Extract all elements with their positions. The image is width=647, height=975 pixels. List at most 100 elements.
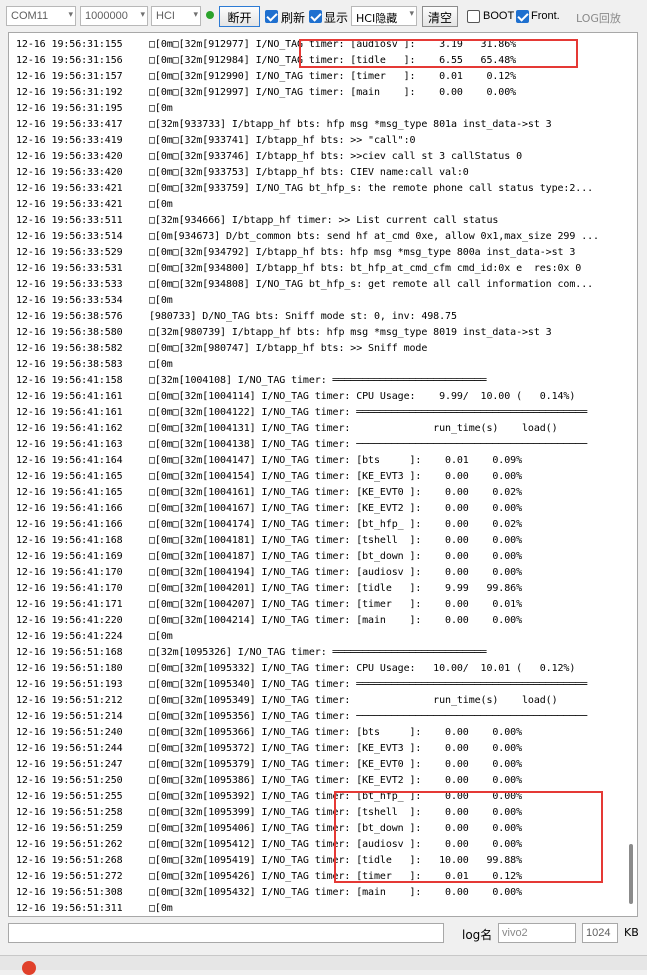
log-message: □[0m□[32m[933741] I/btapp_hf bts: >> "ca… — [149, 135, 416, 146]
log-timestamp: 12-16 19:56:41:170 — [16, 567, 123, 578]
log-line: 12-16 19:56:31:156 □[0m□[32m[912984] I/NO… — [16, 53, 616, 69]
log-message: [980733] D/NO_TAG bts: Sniff mode st: 0,… — [149, 311, 457, 322]
log-timestamp: 12-16 19:56:33:514 — [16, 231, 123, 242]
log-timestamp: 12-16 19:56:51:212 — [16, 695, 123, 706]
log-message: □[0m□[32m[1004147] I/NO_TAG timer: [bts … — [149, 455, 522, 466]
log-timestamp: 12-16 19:56:51:258 — [16, 807, 123, 818]
log-message: □[0m□[32m[1095356] I/NO_TAG timer: ─────… — [149, 711, 588, 722]
display-checkbox[interactable] — [309, 10, 322, 23]
log-message: □[0m□[32m[1095340] I/NO_TAG timer: ═════… — [149, 679, 588, 690]
log-line: 12-16 19:56:51:272 □[0m□[32m[1095426] I/N… — [16, 869, 616, 885]
bottom-bar: log名 vivo2 1024 KB — [0, 917, 647, 953]
log-line: 12-16 19:56:51:244 □[0m□[32m[1095372] I/N… — [16, 741, 616, 757]
baud-select-value: 1000000 — [85, 10, 128, 22]
log-timestamp: 12-16 19:56:41:161 — [16, 407, 123, 418]
log-message: □[0m□[32m[912990] I/NO_TAG timer: [timer… — [149, 71, 517, 82]
log-line: 12-16 19:56:31:157 □[0m□[32m[912990] I/NO… — [16, 69, 616, 85]
log-message: □[32m[933733] I/btapp_hf bts: hfp msg *m… — [149, 119, 552, 130]
log-timestamp: 12-16 19:56:41:165 — [16, 487, 123, 498]
log-timestamp: 12-16 19:56:51:272 — [16, 871, 123, 882]
log-timestamp: 12-16 19:56:38:580 — [16, 327, 123, 338]
log-output[interactable]: 12-16 19:56:31:155 □[0m□[32m[912977] I/NO… — [8, 32, 638, 917]
log-line: 12-16 19:56:31:195 □[0m — [16, 101, 616, 117]
refresh-label: 刷新 — [281, 11, 306, 25]
log-timestamp: 12-16 19:56:51:255 — [16, 791, 123, 802]
log-line: 12-16 19:56:31:155 □[0m□[32m[912977] I/NO… — [16, 37, 616, 53]
clear-button[interactable]: 清空 — [422, 6, 458, 27]
log-line: 12-16 19:56:51:308 □[0m□[32m[1095432] I/N… — [16, 885, 616, 901]
log-line: 12-16 19:56:33:420 □[0m□[32m[933753] I/bt… — [16, 165, 616, 181]
hci-hide-select[interactable]: HCI隐藏 ▾ — [351, 6, 417, 26]
log-timestamp: 12-16 19:56:41:163 — [16, 439, 123, 450]
log-timestamp: 12-16 19:56:31:157 — [16, 71, 123, 82]
log-message: □[0m□[32m[1004194] I/NO_TAG timer: [audi… — [149, 567, 522, 578]
log-line: 12-16 19:56:51:262 □[0m□[32m[1095412] I/N… — [16, 837, 616, 853]
log-timestamp: 12-16 19:56:31:155 — [16, 39, 123, 50]
log-line: 12-16 19:56:31:192 □[0m□[32m[912997] I/NO… — [16, 85, 616, 101]
log-line: 12-16 19:56:38:582 □[0m□[32m[980747] I/bt… — [16, 341, 616, 357]
log-timestamp: 12-16 19:56:51:308 — [16, 887, 123, 898]
connection-status-icon — [206, 11, 214, 19]
log-line: 12-16 19:56:38:580 □[32m[980739] I/btapp_… — [16, 325, 616, 341]
log-message: □[32m[1095326] I/NO_TAG timer: ═════════… — [149, 647, 487, 658]
mode-select[interactable]: HCI ▾ — [151, 6, 201, 26]
log-message: □[0m□[32m[1095372] I/NO_TAG timer: [KE_E… — [149, 743, 522, 754]
log-message: □[0m□[32m[933753] I/btapp_hf bts: CIEV n… — [149, 167, 469, 178]
log-message: □[0m□[32m[933759] I/NO_TAG bt_hfp_s: the… — [149, 183, 594, 194]
log-line: 12-16 19:56:33:421 □[0m□[32m[933759] I/NO… — [16, 181, 616, 197]
log-timestamp: 12-16 19:56:33:511 — [16, 215, 123, 226]
log-size-input[interactable]: 1024 — [582, 923, 618, 943]
boot-label: BOOT — [483, 10, 515, 22]
log-message: □[0m□[32m[1004181] I/NO_TAG timer: [tshe… — [149, 535, 522, 546]
log-line: 12-16 19:56:51:255 □[0m□[32m[1095392] I/N… — [16, 789, 616, 805]
port-select[interactable]: COM11 ▾ — [6, 6, 76, 26]
log-message: □[0m□[32m[1004201] I/NO_TAG timer: [tidl… — [149, 583, 522, 594]
refresh-checkbox[interactable] — [265, 10, 278, 23]
log-timestamp: 12-16 19:56:41:158 — [16, 375, 123, 386]
front-label: Front. — [531, 10, 560, 22]
log-message: □[0m□[32m[1095399] I/NO_TAG timer: [tshe… — [149, 807, 522, 818]
log-timestamp: 12-16 19:56:38:583 — [16, 359, 123, 370]
log-line: 12-16 19:56:51:214 □[0m□[32m[1095356] I/N… — [16, 709, 616, 725]
log-name-input[interactable]: vivo2 — [498, 923, 576, 943]
log-line: 12-16 19:56:38:583 □[0m — [16, 357, 616, 373]
disconnect-button[interactable]: 断开 — [219, 6, 260, 27]
log-message: □[0m□[32m[1004122] I/NO_TAG timer: ═════… — [149, 407, 588, 418]
log-timestamp: 12-16 19:56:41:166 — [16, 503, 123, 514]
scrollbar-thumb[interactable] — [629, 844, 633, 904]
log-timestamp: 12-16 19:56:41:165 — [16, 471, 123, 482]
log-line: 12-16 19:56:33:533 □[0m□[32m[934808] I/NO… — [16, 277, 616, 293]
log-playback-button[interactable]: LOG回放 — [576, 10, 621, 26]
log-line: 12-16 19:56:33:421 □[0m — [16, 197, 616, 213]
log-message: □[0m□[32m[1004174] I/NO_TAG timer: [bt_h… — [149, 519, 522, 530]
log-timestamp: 12-16 19:56:51:250 — [16, 775, 123, 786]
log-timestamp: 12-16 19:56:33:534 — [16, 295, 123, 306]
log-timestamp: 12-16 19:56:33:421 — [16, 199, 123, 210]
log-message: □[0m□[32m[1095426] I/NO_TAG timer: [time… — [149, 871, 522, 882]
log-timestamp: 12-16 19:56:41:168 — [16, 535, 123, 546]
command-input[interactable] — [8, 923, 444, 943]
log-line: 12-16 19:56:33:531 □[0m□[32m[934800] I/bt… — [16, 261, 616, 277]
front-checkbox[interactable] — [516, 10, 529, 23]
baud-select[interactable]: 1000000 ▾ — [80, 6, 148, 26]
log-message: □[0m□[32m[934792] I/btapp_hf bts: hfp ms… — [149, 247, 576, 258]
app-icon[interactable] — [22, 961, 36, 975]
vertical-scrollbar[interactable] — [626, 34, 636, 915]
log-message: □[0m□[32m[1004138] I/NO_TAG timer: ─────… — [149, 439, 588, 450]
log-timestamp: 12-16 19:56:51:193 — [16, 679, 123, 690]
log-line: 12-16 19:56:41:220 □[0m□[32m[1004214] I/N… — [16, 613, 616, 629]
log-line: 12-16 19:56:33:534 □[0m — [16, 293, 616, 309]
log-line: 12-16 19:56:41:161 □[0m□[32m[1004114] I/N… — [16, 389, 616, 405]
log-message: □[0m□[32m[1095386] I/NO_TAG timer: [KE_E… — [149, 775, 522, 786]
chevron-down-icon: ▾ — [68, 9, 73, 19]
log-line: 12-16 19:56:33:419 □[0m□[32m[933741] I/bt… — [16, 133, 616, 149]
log-lines: 12-16 19:56:31:155 □[0m□[32m[912977] I/NO… — [16, 37, 616, 916]
log-line: 12-16 19:56:41:170 □[0m□[32m[1004194] I/N… — [16, 565, 616, 581]
log-message: □[0m□[32m[934800] I/btapp_hf bts: bt_hfp… — [149, 263, 582, 274]
log-timestamp: 12-16 19:56:33:417 — [16, 119, 123, 130]
log-line: 12-16 19:56:41:224 □[0m — [16, 629, 616, 645]
log-message: □[0m□[32m[934808] I/NO_TAG bt_hfp_s: get… — [149, 279, 594, 290]
log-line: 12-16 19:56:51:193 □[0m□[32m[1095340] I/N… — [16, 677, 616, 693]
boot-checkbox[interactable] — [467, 10, 480, 23]
log-timestamp: 12-16 19:56:41:170 — [16, 583, 123, 594]
